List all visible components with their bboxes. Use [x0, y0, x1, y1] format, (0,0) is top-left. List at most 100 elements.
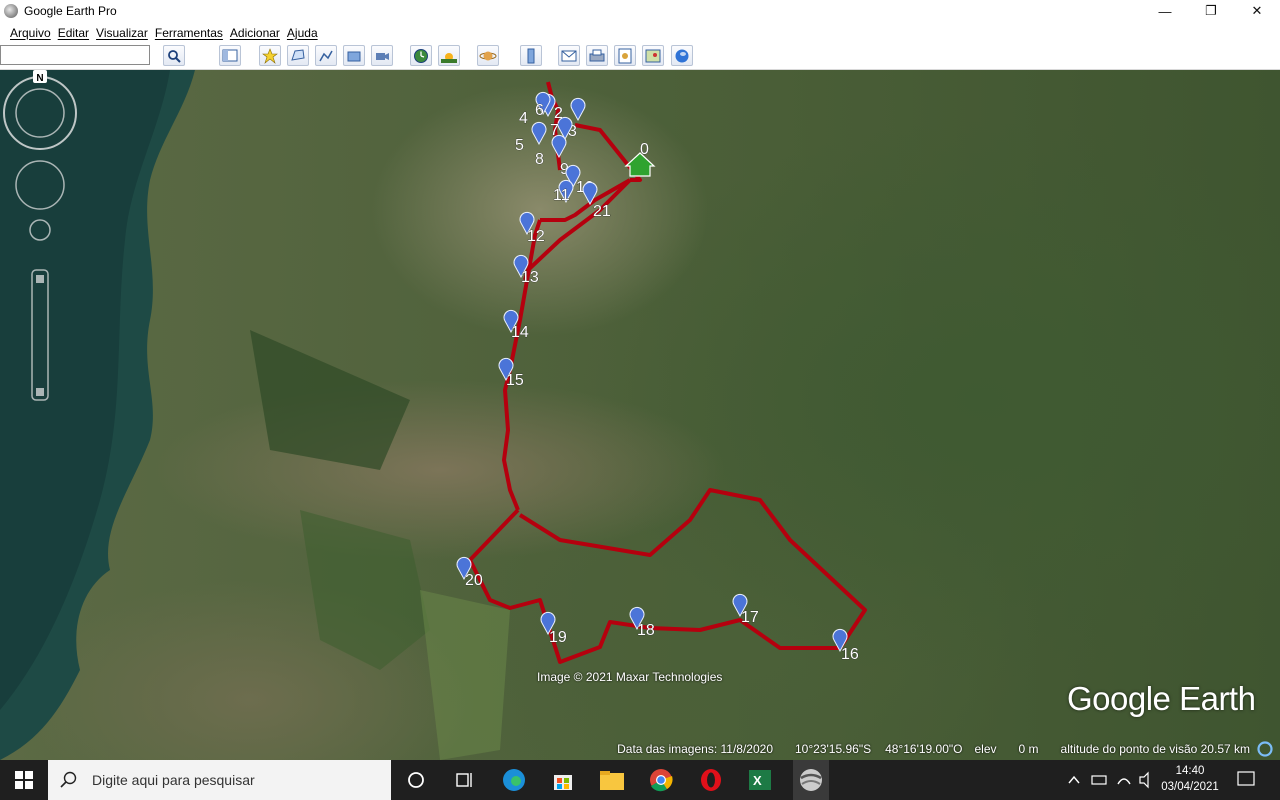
placemark-label: 8: [535, 151, 544, 168]
elevation-label: elev: [974, 741, 997, 756]
placemark-label: 17: [741, 609, 759, 626]
planets-button[interactable]: [477, 45, 499, 66]
historical-imagery-button[interactable]: [410, 45, 432, 66]
maximize-button[interactable]: ❐: [1188, 0, 1234, 22]
placemark-label: 18: [637, 622, 655, 639]
ruler-button[interactable]: [520, 45, 542, 66]
map-view[interactable]: 023456789101112131415161718192021 N Imag…: [0, 70, 1280, 760]
placemark-label: 14: [511, 324, 529, 341]
google-maps-button[interactable]: [671, 45, 693, 66]
placemark-icon: [262, 47, 278, 64]
sidebar-toggle-button[interactable]: [219, 45, 241, 66]
move-joystick[interactable]: [15, 160, 65, 210]
placemark-pin-icon[interactable]: [551, 134, 567, 159]
save-image-button[interactable]: [614, 45, 636, 66]
taskbar-opera[interactable]: [697, 766, 725, 794]
zoom-out-icon[interactable]: [36, 388, 44, 396]
taskbar-store[interactable]: [549, 766, 577, 794]
polygon-icon: [291, 48, 305, 61]
taskbar-google-earth[interactable]: [793, 760, 829, 800]
cortana-icon: [408, 772, 424, 788]
excel-icon: X: [749, 770, 771, 790]
route-path: [468, 81, 867, 664]
placemark-label: 15: [506, 372, 524, 389]
window-title: Google Earth Pro: [24, 4, 117, 18]
clock-time: 14:40: [1175, 765, 1205, 777]
add-placemark-button[interactable]: [259, 45, 281, 66]
add-polygon-button[interactable]: [287, 45, 309, 66]
menu-visualizar[interactable]: Visualizar: [96, 26, 155, 40]
svg-text:X: X: [753, 773, 762, 788]
show-hidden-icons-icon[interactable]: [1068, 775, 1080, 784]
placemark-pin-icon[interactable]: [570, 97, 586, 122]
sunlight-button[interactable]: [438, 45, 460, 66]
windows-logo-icon: [15, 771, 33, 789]
start-button[interactable]: [10, 766, 38, 794]
title-bar: Google Earth Pro — ❐ ✕: [0, 0, 1280, 22]
imagery-attribution: Image © 2021 Maxar Technologies: [537, 670, 723, 684]
menu-ferramentas[interactable]: Ferramentas: [155, 26, 230, 40]
task-view-button[interactable]: [450, 766, 478, 794]
eye-altitude: altitude do ponto de visão 20.57 km: [1060, 741, 1250, 756]
navigation-controls[interactable]: N: [0, 70, 80, 410]
chrome-icon: [650, 769, 673, 792]
menu-bar: Arquivo Editar Visualizar Ferramentas Ad…: [0, 22, 1280, 43]
notifications-icon[interactable]: [1237, 771, 1255, 786]
search-input[interactable]: [0, 45, 150, 65]
cortana-button[interactable]: [402, 766, 430, 794]
placemark-label: 5: [515, 137, 524, 154]
close-button[interactable]: ✕: [1234, 0, 1280, 22]
image-overlay-button[interactable]: [343, 45, 365, 66]
menu-arquivo[interactable]: Arquivo: [0, 26, 58, 40]
menu-editar[interactable]: Editar: [58, 26, 96, 40]
map-view-icon: [645, 49, 661, 62]
email-button[interactable]: [558, 45, 580, 66]
zoom-in-icon[interactable]: [36, 275, 44, 283]
map-view-button[interactable]: [642, 45, 664, 66]
look-ring[interactable]: [3, 76, 77, 150]
volume-icon[interactable]: [1139, 771, 1149, 789]
taskbar-file-explorer[interactable]: [598, 766, 626, 794]
menu-adicionar[interactable]: Adicionar: [230, 26, 287, 40]
pegman-icon[interactable]: [29, 219, 51, 241]
placemark-label: 16: [841, 646, 859, 663]
search-button[interactable]: [163, 45, 185, 66]
wifi-icon[interactable]: [1117, 778, 1131, 785]
taskbar-search-placeholder: Digite aqui para pesquisar: [92, 772, 255, 788]
windows-taskbar: Digite aqui para pesquisar X 14:40 03/04…: [0, 760, 1280, 800]
taskbar-edge[interactable]: [500, 766, 528, 794]
placemark-label: 19: [549, 629, 567, 646]
elevation-value: 0 m: [1018, 741, 1039, 756]
placemark-label: 13: [521, 269, 539, 286]
minimize-button[interactable]: —: [1142, 0, 1188, 22]
save-image-icon: [618, 48, 632, 63]
taskbar-chrome[interactable]: [647, 766, 675, 794]
path-icon: [319, 50, 333, 61]
menu-ajuda[interactable]: Ajuda: [287, 26, 325, 40]
record-tour-button[interactable]: [371, 45, 393, 66]
taskbar-search-box[interactable]: Digite aqui para pesquisar: [48, 760, 391, 800]
compass-north-label: N: [36, 73, 43, 84]
toolbar: [0, 43, 1280, 70]
placemark-pin-icon[interactable]: [531, 121, 547, 146]
sunlight-icon: [441, 52, 457, 63]
clock[interactable]: 14:40 03/04/2021: [1160, 763, 1220, 795]
overlay-icon: [347, 51, 361, 61]
placemark-label: 21: [593, 203, 611, 220]
taskbar-excel[interactable]: X: [746, 766, 774, 794]
clock-date: 03/04/2021: [1161, 781, 1219, 793]
task-view-icon: [456, 773, 472, 787]
placemark-label: 20: [465, 572, 483, 589]
historical-imagery-icon: [414, 48, 428, 63]
sidebar-icon: [222, 49, 238, 62]
add-path-button[interactable]: [315, 45, 337, 66]
route-overlay: 023456789101112131415161718192021: [456, 81, 867, 664]
streaming-status-icon: [1257, 740, 1273, 757]
google-earth-icon: [4, 4, 18, 18]
placemark-label: 6: [535, 102, 544, 119]
print-button[interactable]: [586, 45, 608, 66]
image-date: Data das imagens: 11/8/2020: [617, 741, 773, 756]
battery-icon[interactable]: [1091, 775, 1107, 785]
zoom-slider[interactable]: [31, 269, 49, 401]
placemark-label: 11: [553, 187, 570, 204]
